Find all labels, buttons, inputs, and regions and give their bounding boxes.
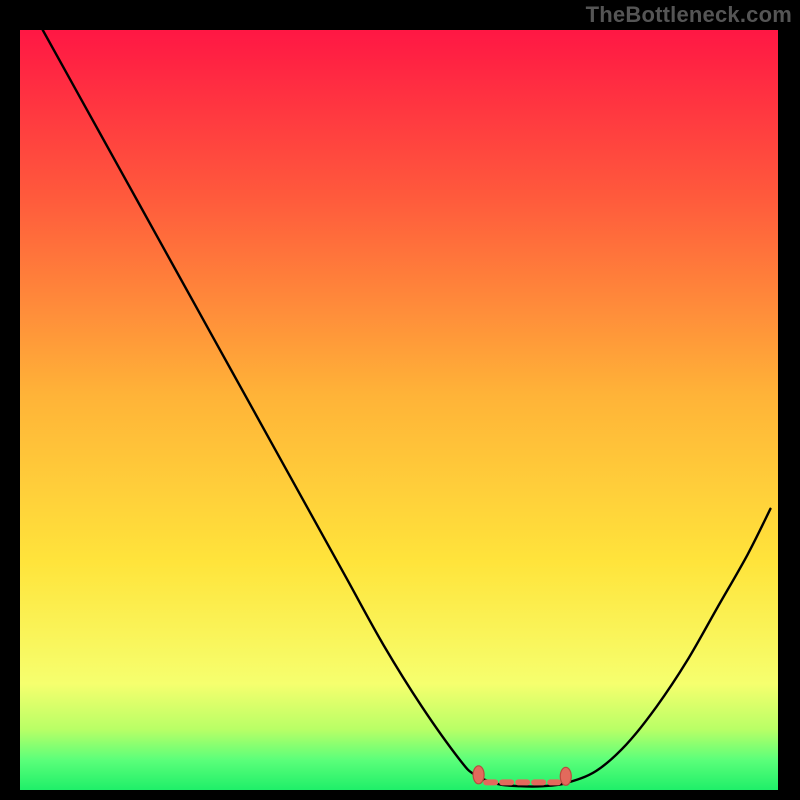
- chart-svg: [20, 30, 778, 790]
- watermark-text: TheBottleneck.com: [586, 2, 792, 28]
- gradient-bg: [20, 30, 778, 790]
- chart-canvas: TheBottleneck.com: [0, 0, 800, 800]
- optimal-marker-left: [473, 766, 484, 784]
- plot-area: [20, 30, 778, 790]
- optimal-marker-right: [560, 767, 571, 785]
